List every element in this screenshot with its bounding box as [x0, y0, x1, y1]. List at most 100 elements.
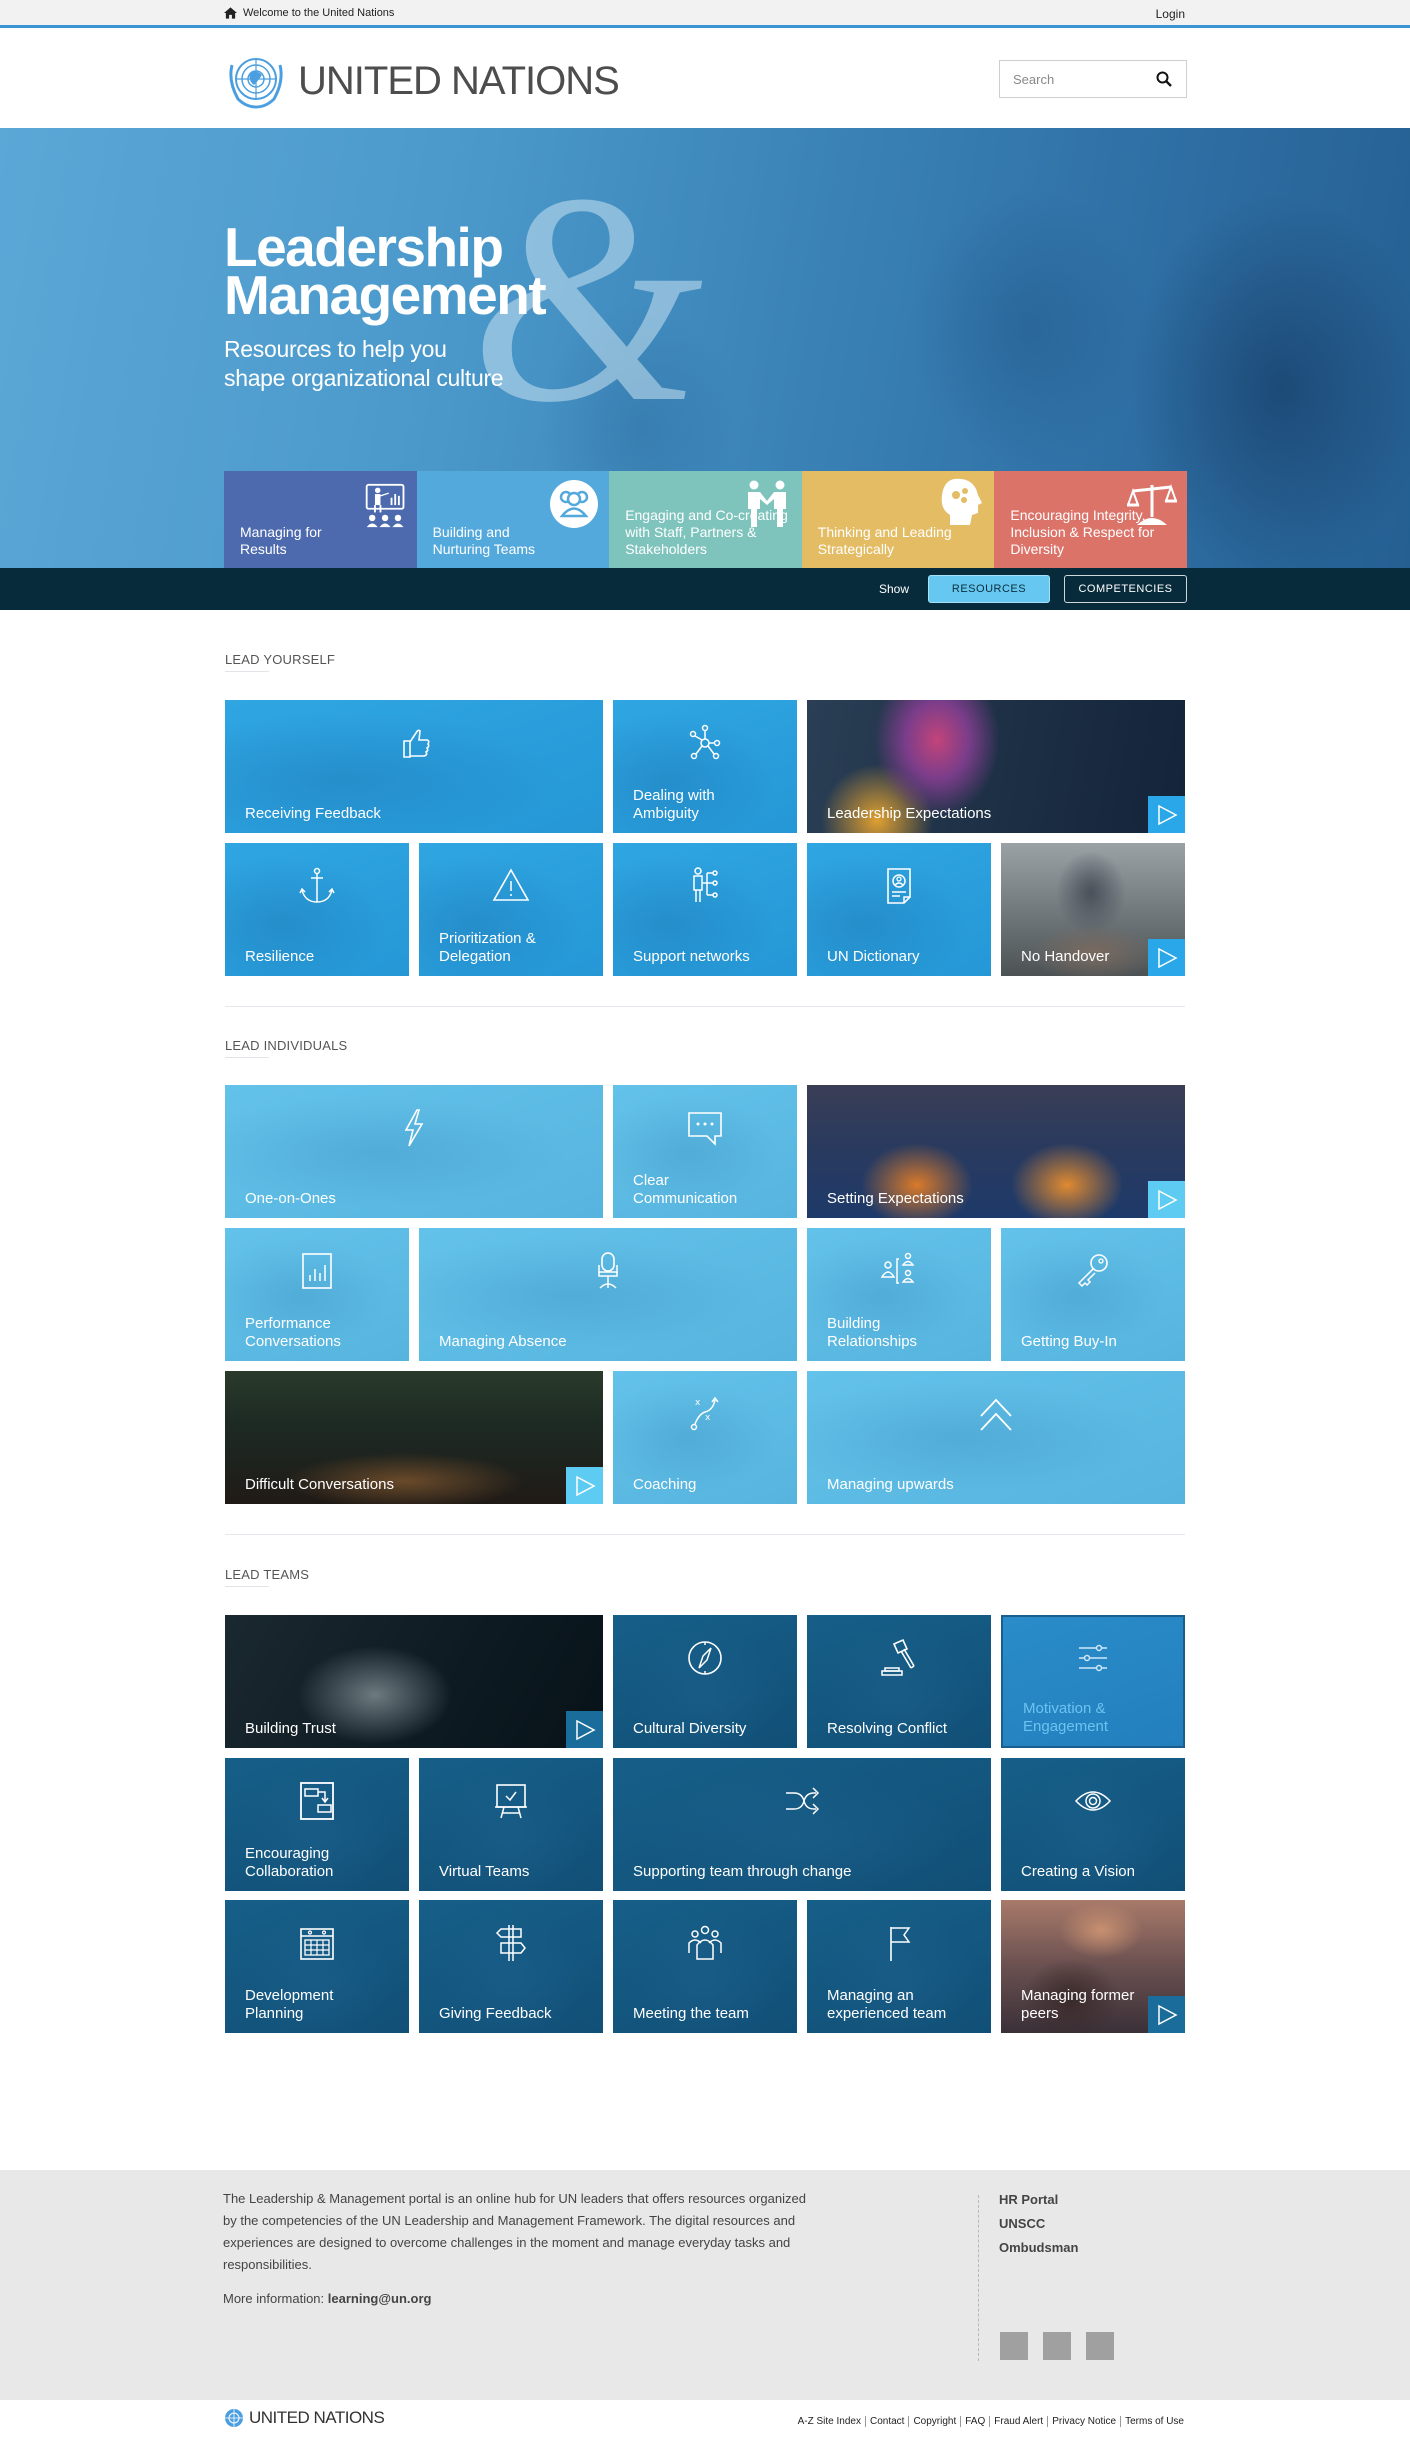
legal-link-privacy-notice[interactable]: Privacy Notice [1047, 2416, 1120, 2427]
footer-link-unscc[interactable]: UNSCC [999, 2212, 1078, 2236]
legal-link-fraud-alert[interactable]: Fraud Alert [989, 2416, 1047, 2427]
legal-link-site-index[interactable]: A-Z Site Index [798, 2416, 865, 2427]
un-logo[interactable]: UNITED NATIONS [224, 51, 620, 111]
play-video-button[interactable] [1148, 1181, 1185, 1218]
category-building-teams[interactable]: Building and Nurturing Teams [416, 471, 610, 568]
svg-text:x: x [705, 1413, 711, 1423]
section-heading: LEAD YOURSELF [225, 652, 336, 667]
social-icon-1[interactable] [1000, 2332, 1028, 2360]
search-input[interactable] [1000, 71, 1150, 87]
competencies-toggle-button[interactable]: COMPETENCIES [1064, 575, 1187, 603]
welcome-text: Welcome to the United Nations [243, 7, 395, 19]
hero-title: Leadership Management [224, 220, 547, 326]
resource-tile-cultural-diversity[interactable]: Cultural Diversity [613, 1615, 797, 1748]
top-bar: Welcome to the United Nations Login [0, 0, 1410, 28]
footer-logo-text: UNITED NATIONS [249, 2408, 385, 2427]
resource-tile-resilience[interactable]: Resilience [225, 843, 409, 976]
sliders-icon [1079, 1645, 1107, 1672]
competency-categories: Managing for Results Building and Nurtur… [224, 471, 1187, 568]
category-label: Managing for Results [240, 524, 322, 557]
resource-tile-managing-upwards[interactable]: Managing upwards [807, 1371, 1185, 1504]
resource-tile-difficult-conversations[interactable]: Difficult Conversations [225, 1371, 603, 1504]
category-thinking-strategically[interactable]: Thinking and Leading Strategically [801, 471, 995, 568]
warning-icon [492, 867, 530, 901]
tile-label: One-on-Ones [245, 1190, 336, 1207]
resource-tile-getting-buy-in[interactable]: Getting Buy-In [1001, 1228, 1185, 1361]
footer-un-logo[interactable]: UNITED NATIONS [224, 2408, 385, 2428]
category-engaging-co-creating[interactable]: Engaging and Co-creating with Staff, Par… [609, 471, 802, 568]
tile-label: Coaching [633, 1476, 697, 1493]
thumbs-up-icon [403, 729, 430, 758]
category-integrity-inclusion[interactable]: Encouraging Integrity, Inclusion & Respe… [994, 471, 1187, 568]
legal-link-copyright[interactable]: Copyright [908, 2416, 960, 2427]
resource-tile-managing-absence[interactable]: Managing Absence [419, 1228, 797, 1361]
tile-label: Managing former peers [1021, 1987, 1135, 2022]
lightning-icon [404, 1108, 424, 1146]
tile-label: Support networks [633, 948, 750, 965]
resource-tile-meeting-the-team[interactable]: Meeting the team [613, 1900, 797, 2033]
resource-tile-giving-feedback[interactable]: Giving Feedback [419, 1900, 603, 2033]
welcome-link[interactable]: Welcome to the United Nations [224, 7, 394, 19]
resource-tile-prioritization-and-delegation[interactable]: Prioritization & Delegation [419, 843, 603, 976]
resource-tile-resolving-conflict[interactable]: Resolving Conflict [807, 1615, 991, 1748]
resource-tile-dealing-with-ambiguity[interactable]: Dealing with Ambiguity [613, 700, 797, 833]
resource-tile-building-trust[interactable]: Building Trust [225, 1615, 603, 1748]
tile-label: Encouraging Collaboration [245, 1845, 334, 1880]
footer-link-ombudsman[interactable]: Ombudsman [999, 2236, 1078, 2260]
footer: The Leadership & Management portal is an… [0, 2170, 1410, 2400]
resource-tile-setting-expectations[interactable]: Setting Expectations [807, 1085, 1185, 1218]
resource-tile-clear-communication[interactable]: Clear Communication [613, 1085, 797, 1218]
resources-toggle-button[interactable]: RESOURCES [928, 575, 1050, 603]
section-heading: LEAD INDIVIDUALS [225, 1038, 348, 1053]
login-link[interactable]: Login [1156, 7, 1185, 21]
play-icon [1157, 2004, 1178, 2025]
legal-link-faq[interactable]: FAQ [960, 2416, 989, 2427]
resource-tile-building-relationships[interactable]: Building Relationships [807, 1228, 991, 1361]
resource-tile-support-networks[interactable]: Support networks [613, 843, 797, 976]
resource-tile-leadership-expectations[interactable]: Leadership Expectations [807, 700, 1185, 833]
category-label: Building and Nurturing Teams [432, 524, 536, 557]
social-icon-2[interactable] [1043, 2332, 1071, 2360]
play-video-button[interactable] [566, 1711, 603, 1748]
play-video-button[interactable] [1148, 939, 1185, 976]
tile-label: Giving Feedback [439, 2005, 552, 2022]
bottom-bar: UNITED NATIONS A-Z Site Index Contact Co… [0, 2400, 1410, 2438]
resource-tile-un-dictionary[interactable]: UN Dictionary [807, 843, 991, 976]
legal-link-contact[interactable]: Contact [864, 2416, 908, 2427]
resource-tile-one-on-ones[interactable]: One-on-Ones [225, 1085, 603, 1218]
gavel-icon [881, 1638, 915, 1676]
resource-tile-coaching[interactable]: x x Coaching [613, 1371, 797, 1504]
resource-tile-receiving-feedback[interactable]: Receiving Feedback [225, 700, 603, 833]
legal-link-terms-of-use[interactable]: Terms of Use [1120, 2416, 1184, 2427]
home-icon [224, 7, 237, 19]
svg-text:x: x [695, 1398, 701, 1408]
tile-label: Supporting team through change [633, 1863, 852, 1880]
resource-tile-managing-an-experienced-team[interactable]: Managing an experienced team [807, 1900, 991, 2033]
resource-tile-motivation-and-engagement[interactable]: Motivation & Engagement [1001, 1615, 1185, 1748]
resource-tile-managing-former-peers[interactable]: Managing former peers [1001, 1900, 1185, 2033]
footer-link-hr-portal[interactable]: HR Portal [999, 2188, 1078, 2212]
search-icon[interactable] [1156, 71, 1172, 87]
double-chevron-up-icon [980, 1398, 1012, 1431]
resource-tile-supporting-team-through-change[interactable]: Supporting team through change [613, 1758, 991, 1891]
play-video-button[interactable] [566, 1467, 603, 1504]
hero-banner: & Leadership Management Resources to hel… [0, 128, 1410, 568]
category-managing-for-results[interactable]: Managing for Results [224, 471, 417, 568]
play-video-button[interactable] [1148, 1996, 1185, 2033]
tile-label: Meeting the team [633, 2005, 749, 2022]
tile-label: Development Planning [245, 1987, 334, 2022]
section-heading-underline [225, 1057, 269, 1058]
resource-tile-encouraging-collaboration[interactable]: Encouraging Collaboration [225, 1758, 409, 1891]
resource-tile-virtual-teams[interactable]: Virtual Teams [419, 1758, 603, 1891]
team-icon [550, 480, 599, 528]
head-gears-icon [942, 478, 983, 525]
play-video-button[interactable] [1148, 796, 1185, 833]
email-link[interactable]: learning@un.org [328, 2291, 432, 2306]
key-icon [1077, 1253, 1108, 1287]
hero-title-line2: Management [224, 264, 547, 326]
social-icon-3[interactable] [1086, 2332, 1114, 2360]
resource-tile-development-planning[interactable]: Development Planning [225, 1900, 409, 2033]
resource-tile-performance-conversations[interactable]: Performance Conversations [225, 1228, 409, 1361]
resource-tile-no-handover[interactable]: No Handover [1001, 843, 1185, 976]
resource-tile-creating-a-vision[interactable]: Creating a Vision [1001, 1758, 1185, 1891]
